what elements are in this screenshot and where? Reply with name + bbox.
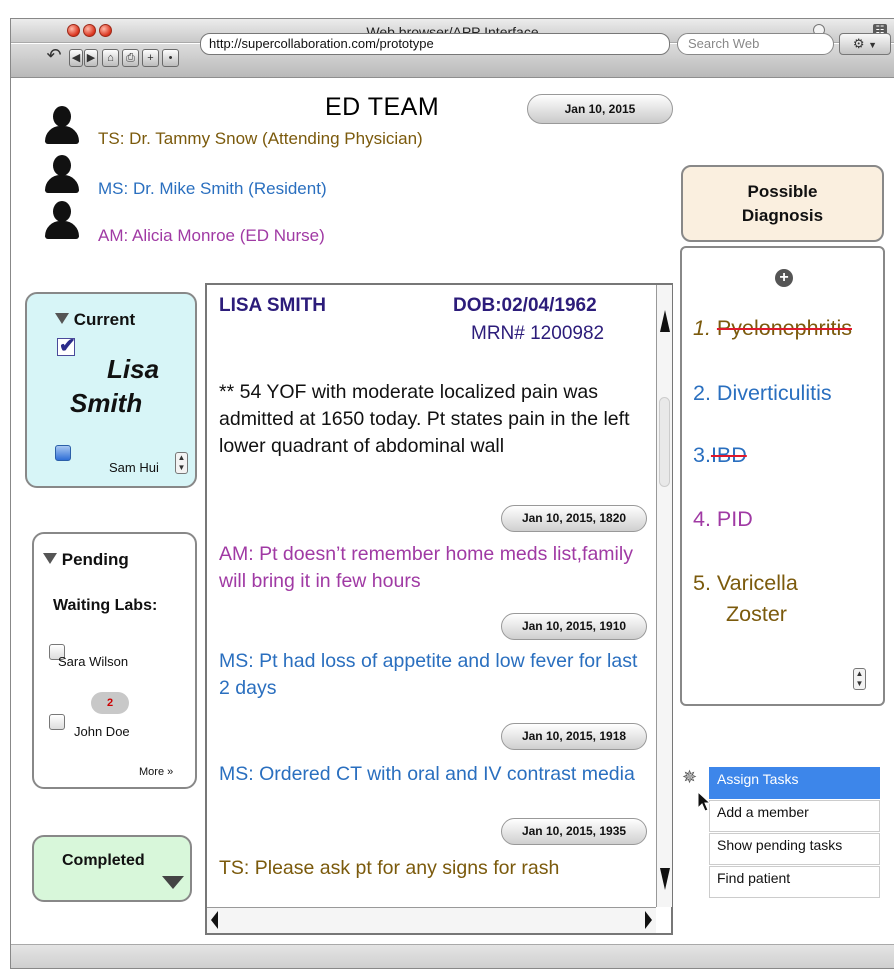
diagnosis-list: + 1. Pyelonephritis 2. Diverticulitis 3.… [680,246,885,706]
loading-spinner-icon: ✵ [682,767,698,787]
date-badge[interactable]: Jan 10, 2015 [527,94,673,124]
team-member-ts[interactable]: TS: Dr. Tammy Snow (Attending Physician) [98,129,423,149]
scroll-left-arrow-icon[interactable] [211,911,218,929]
add-member-menu-item[interactable]: Add a member [709,800,880,832]
mouse-cursor-icon [697,791,711,812]
scroll-down-arrow-icon[interactable] [660,868,670,890]
patient-dob: DOB:02/04/1962 [453,295,597,316]
team-member-am[interactable]: AM: Alicia Monroe (ED Nurse) [98,226,325,246]
patient-mrn: MRN# 1200982 [471,323,605,344]
pending-panel: Pending Waiting Labs: Sara Wilson 2 John… [32,532,197,789]
collapse-triangle-icon[interactable] [43,553,57,564]
scroll-right-arrow-icon[interactable] [645,911,652,929]
note-timestamp: Jan 10, 2015, 1935 [501,818,647,845]
scroll-thumb[interactable] [659,397,670,487]
completed-panel[interactable]: Completed [32,835,192,902]
diagnosis-item[interactable]: 4. PID [693,504,753,535]
note-timestamp: Jan 10, 2015, 1820 [501,505,647,532]
page-title: ED TEAM [325,93,440,121]
diagnosis-item[interactable]: 2. Diverticulitis [693,378,832,409]
checked-checkbox[interactable]: ✔ [57,335,76,357]
show-pending-tasks-menu-item[interactable]: Show pending tasks [709,833,880,865]
note-timestamp: Jan 10, 2015, 1910 [501,613,647,640]
pending-panel-header[interactable]: Pending [43,550,129,570]
current-patient-last-name[interactable]: Smith [70,388,142,419]
add-bookmark-button[interactable]: + [142,49,159,67]
find-patient-menu-item[interactable]: Find patient [709,866,880,898]
print-icon[interactable]: ⎙ [122,49,139,67]
url-bar[interactable]: http://supercollaboration.com/prototype [200,33,670,55]
person-icon [43,155,81,193]
person-icon [43,201,81,239]
note-timestamp: Jan 10, 2015, 1918 [501,723,647,750]
patient-notes-panel: LISA SMITH DOB:02/04/1962 MRN# 1200982 *… [205,283,673,935]
current-patient-first-name[interactable]: Lisa [107,354,159,385]
note-entry: TS: Please ask pt for any signs for rash [219,857,560,879]
john-doe-checkbox[interactable] [49,714,65,730]
current-panel-header[interactable]: Current [55,310,135,330]
back-arrow-button[interactable]: ◀ [69,49,83,67]
person-icon [43,106,81,144]
horizontal-scrollbar[interactable] [207,907,656,933]
patient-stepper[interactable]: ▲ ▼ [175,452,188,474]
note-entry: AM: Pt doesn’t remember home meds list,f… [219,543,633,592]
waiting-labs-label: Waiting Labs: [53,597,158,614]
diagnosis-item[interactable]: 5. Varicella Zoster [693,568,798,630]
possible-diagnosis-header: Possible Diagnosis [681,165,884,242]
add-diagnosis-icon[interactable]: + [775,269,793,287]
double-chevron-down-icon: » [164,766,174,778]
note-entry: ** 54 YOF with moderate localized pain w… [219,381,630,457]
vertical-scrollbar[interactable] [656,285,672,907]
assign-tasks-menu-item[interactable]: Assign Tasks [709,767,880,799]
microphone-icon[interactable]: • [162,49,179,67]
home-icon[interactable]: ⌂ [102,49,119,67]
other-patient-name[interactable]: Sam Hui [109,460,159,475]
checkmark-icon: ✔ [59,335,76,357]
notification-badge[interactable]: 2 [91,692,129,714]
current-patients-panel: Current ✔ Lisa Smith Sam Hui ▲ ▼ [25,292,197,488]
team-member-ms[interactable]: MS: Dr. Mike Smith (Resident) [98,179,327,199]
note-entry: MS: Pt had loss of appetite and low feve… [219,650,638,699]
scroll-up-arrow-icon[interactable] [660,310,670,332]
patient-name: LISA SMITH [219,295,326,316]
collapse-triangle-icon[interactable] [55,313,69,324]
back-curve-icon[interactable]: ↶ [43,46,65,65]
completed-label: Completed [62,852,145,869]
gear-menu-button[interactable]: ⚙ ▼ [839,33,891,55]
sam-hui-checkbox[interactable] [55,445,71,461]
note-entry: MS: Ordered CT with oral and IV contrast… [219,763,635,785]
web-search-input[interactable]: Search Web [677,33,834,55]
diagnosis-stepper[interactable]: ▲ ▼ [853,668,866,690]
forward-arrow-button[interactable]: ▶ [84,49,98,67]
expand-triangle-icon[interactable] [162,876,184,889]
gear-icon: ⚙ [852,36,865,51]
diagnosis-item[interactable]: 1. Pyelonephritis [693,313,852,344]
pending-patient-john-doe[interactable]: John Doe [74,724,130,739]
pending-patient-sara-wilson[interactable]: Sara Wilson [58,654,128,669]
diagnosis-item[interactable]: 3.IBD [693,440,747,471]
more-link[interactable]: More » [139,766,173,778]
chevron-down-icon: ▼ [868,40,878,50]
status-bar [11,944,894,968]
